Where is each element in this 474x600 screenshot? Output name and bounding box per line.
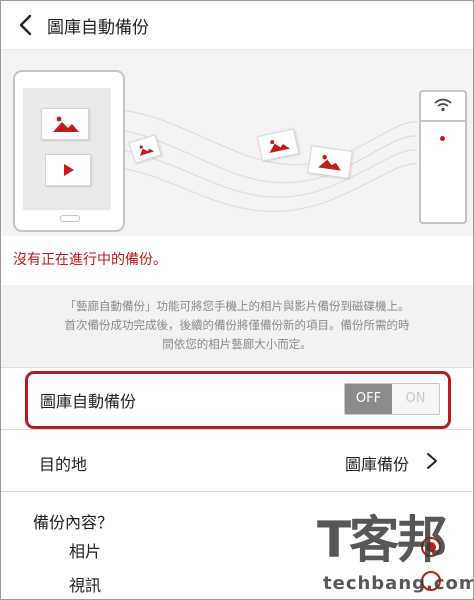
divider <box>1 429 473 430</box>
description-text: 「藝廊自動備份」功能可將您手機上的相片與影片備份到磁碟機上。 首次備份成功完成後… <box>1 297 473 354</box>
usb-drive-cap <box>419 90 467 122</box>
backup-illustration <box>1 50 473 236</box>
chevron-right-icon[interactable] <box>425 451 439 471</box>
backup-content-label: 備份內容？ <box>33 513 114 532</box>
destination-value: 圖庫備份 <box>345 455 410 474</box>
video-card <box>45 154 91 186</box>
drive-indicator-light <box>440 136 445 141</box>
screen: 圖庫自動備份 沒有正在進行中的備份。 「藝廊自動備份」功能可將您手機上的相片與影… <box>0 0 474 600</box>
wifi-icon <box>434 98 452 112</box>
page-title: 圖庫自動備份 <box>47 18 149 38</box>
watermark-brand: T客邦 <box>317 511 447 569</box>
play-icon <box>64 164 74 176</box>
auto-backup-label: 圖庫自動備份 <box>40 392 137 411</box>
image-icon <box>269 140 291 153</box>
description-line: 間依您的相片藝廊大小而定。 <box>162 337 312 351</box>
home-button-icon <box>60 215 80 222</box>
image-icon <box>53 116 79 132</box>
phone-icon <box>13 70 125 232</box>
auto-backup-row: 圖庫自動備份 OFF ON <box>25 371 451 429</box>
option-photos-label: 相片 <box>69 542 102 561</box>
phone-screen <box>23 88 111 210</box>
watermark-logo: T客邦 techbang.com <box>317 507 473 599</box>
chevron-left-icon <box>19 14 32 36</box>
image-card <box>41 108 89 140</box>
auto-backup-toggle[interactable]: OFF ON <box>344 383 440 415</box>
destination-label: 目的地 <box>39 455 88 474</box>
back-button[interactable] <box>13 11 41 39</box>
flying-image-card-3 <box>307 145 353 179</box>
usb-drive-icon <box>419 90 467 224</box>
top-bar: 圖庫自動備份 <box>1 1 473 50</box>
option-videos-label: 視訊 <box>69 576 102 595</box>
description-line: 首次備份成功完成後，後續的備份將僅備份新的項目。備份所需的時 <box>64 318 410 332</box>
divider <box>1 491 473 492</box>
backup-status-text: 沒有正在進行中的備份。 <box>13 252 167 268</box>
watermark-site: techbang.com <box>323 573 474 594</box>
toggle-off-option[interactable]: OFF <box>345 384 392 414</box>
description-line: 「藝廊自動備份」功能可將您手機上的相片與影片備份到磁碟機上。 <box>64 299 410 313</box>
image-icon <box>318 155 341 171</box>
toggle-on-option[interactable]: ON <box>392 384 439 414</box>
